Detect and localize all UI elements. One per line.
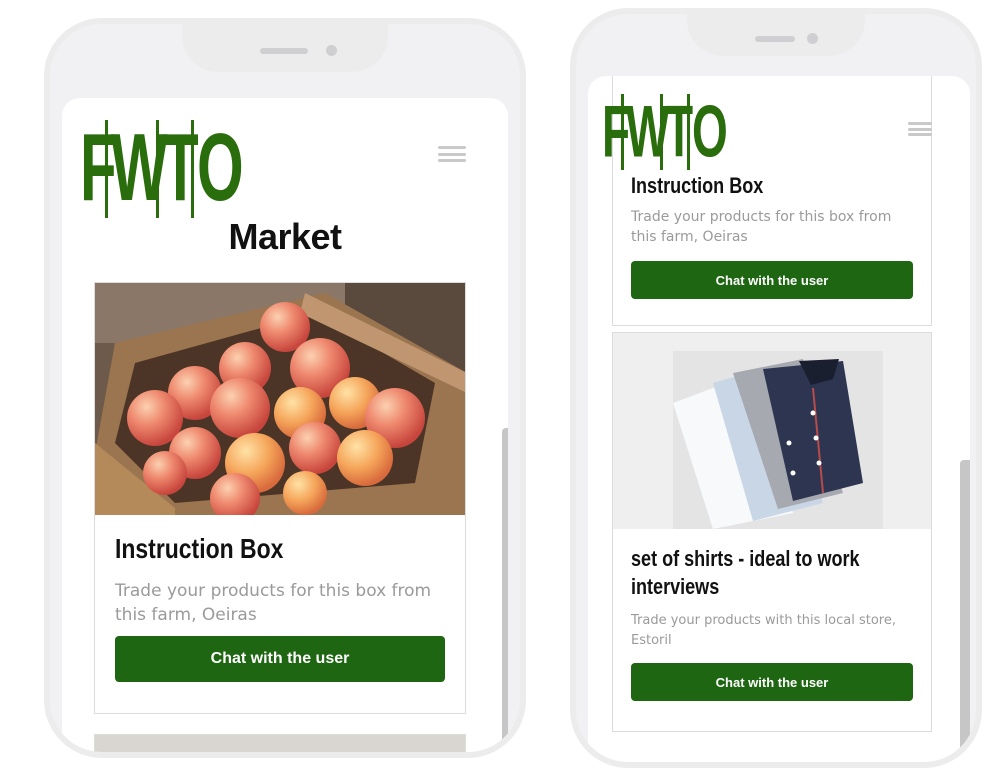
camera-icon — [326, 45, 337, 56]
page-title: Market — [228, 216, 342, 257]
logo-letter: F — [602, 89, 631, 173]
scrollbar[interactable] — [960, 460, 970, 760]
shirts-icon — [613, 333, 931, 529]
product-card: set of shirts - ideal to work interviews… — [612, 332, 932, 732]
phone-notch — [687, 14, 865, 56]
logo-letter: T — [665, 89, 694, 173]
peaches-icon — [95, 283, 465, 515]
chat-with-user-button[interactable]: Chat with the user — [115, 636, 445, 682]
phone-frame-right: Instruction Box Trade your products for … — [570, 8, 982, 768]
speaker-icon — [260, 48, 308, 54]
hamburger-menu-icon[interactable] — [908, 122, 932, 136]
card-description: Trade your products with this local stor… — [631, 613, 896, 648]
card-title: set of shirts - ideal to work interviews — [631, 546, 860, 599]
next-product-card — [94, 734, 466, 752]
chat-with-user-button[interactable]: Chat with the user — [631, 261, 913, 299]
fwto-logo[interactable]: F W T O — [602, 94, 728, 170]
crate-of-peaches-image — [95, 283, 465, 515]
card-title: Instruction Box — [115, 533, 284, 564]
scrollbar[interactable] — [502, 428, 508, 752]
phone-frame-left: F W T O Market Instruction Box Trade you… — [44, 18, 526, 758]
logo-letter: W — [626, 89, 670, 173]
product-card: Instruction Box Trade your products for … — [94, 282, 466, 714]
camera-icon — [807, 33, 818, 44]
chat-with-user-button[interactable]: Chat with the user — [631, 663, 913, 701]
logo-letter: O — [692, 89, 728, 173]
hamburger-menu-icon[interactable] — [438, 146, 466, 162]
phone-notch — [182, 24, 388, 72]
app-screen: F W T O Market Instruction Box Trade you… — [62, 98, 508, 752]
fwto-logo[interactable]: F W T O — [80, 119, 244, 218]
app-screen: Instruction Box Trade your products for … — [588, 76, 970, 762]
speaker-icon — [755, 36, 795, 42]
folded-shirts-image — [613, 333, 931, 529]
card-description: Trade your products for this box from th… — [115, 581, 432, 625]
